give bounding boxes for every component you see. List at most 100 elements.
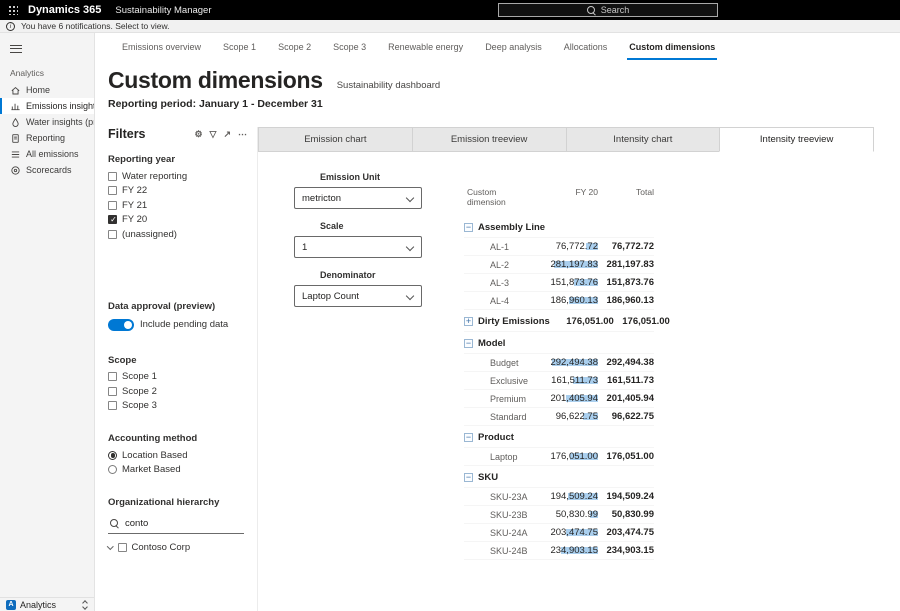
- group-row-dirty-emissions[interactable]: Dirty Emissions 176,051.00 176,051.00: [464, 312, 654, 332]
- reporting-year-label: Reporting year: [108, 154, 247, 165]
- tab-deep-analysis[interactable]: Deep analysis: [474, 33, 553, 60]
- tab-scope-3[interactable]: Scope 3: [322, 33, 377, 60]
- group-row-assembly-line[interactable]: Assembly Line: [464, 218, 654, 238]
- app-window: Dynamics 365 Sustainability Manager Sear…: [0, 0, 900, 611]
- collapse-icon[interactable]: [464, 339, 473, 348]
- checkbox[interactable]: [108, 172, 117, 181]
- report-tab-strip: Emission chart Emission treeview Intensi…: [258, 127, 874, 152]
- tab-renewable-energy[interactable]: Renewable energy: [377, 33, 474, 60]
- checkbox[interactable]: [108, 372, 117, 381]
- row-label: AL-3: [464, 278, 534, 288]
- sidebar-item-all-emissions[interactable]: All emissions: [0, 146, 94, 162]
- tab-allocations[interactable]: Allocations: [553, 33, 619, 60]
- matrix-row[interactable]: AL-3 151,873.76 151,873.76: [464, 274, 654, 292]
- matrix-row[interactable]: Standard 96,622.75 96,622.75: [464, 408, 654, 426]
- expand-icon[interactable]: [464, 317, 473, 326]
- checkbox-unassigned[interactable]: (unassigned): [108, 228, 247, 241]
- intensity-matrix: Custom dimension FY 20 Total Assembly Li…: [464, 187, 654, 560]
- matrix-row[interactable]: Premium 201,405.94 201,405.94: [464, 390, 654, 408]
- checkbox-scope-2[interactable]: Scope 2: [108, 385, 247, 398]
- page-subtitle: Sustainability dashboard: [337, 80, 441, 91]
- matrix-row[interactable]: SKU-24B 234,903.15 234,903.15: [464, 542, 654, 560]
- notification-bar[interactable]: You have 6 notifications. Select to view…: [0, 20, 900, 33]
- sidebar-item-emissions-insights[interactable]: Emissions insights: [0, 98, 94, 114]
- checkbox[interactable]: [108, 387, 117, 396]
- radio-location-based[interactable]: Location Based: [108, 449, 247, 462]
- matrix-row[interactable]: SKU-23B 50,830.99 50,830.99: [464, 506, 654, 524]
- group-row-sku[interactable]: SKU: [464, 468, 654, 488]
- brand-label: Dynamics 365: [28, 4, 101, 16]
- checkbox[interactable]: [118, 543, 127, 552]
- tab-custom-dimensions[interactable]: Custom dimensions: [618, 33, 726, 60]
- sidebar-item-water-insights[interactable]: Water insights (previ...: [0, 114, 94, 130]
- row-label: SKU-24A: [464, 528, 534, 538]
- row-label: AL-4: [464, 296, 534, 306]
- radio-market-based[interactable]: Market Based: [108, 464, 247, 477]
- checkbox-fy21[interactable]: FY 21: [108, 199, 247, 212]
- radio-selected[interactable]: [108, 451, 117, 460]
- funnel-icon[interactable]: ▽: [210, 129, 217, 139]
- matrix-row[interactable]: SKU-23A 194,509.24 194,509.24: [464, 488, 654, 506]
- chevron-down-icon[interactable]: [107, 543, 113, 549]
- total-cell: 96,622.75: [598, 411, 654, 422]
- group-name: Assembly Line: [478, 222, 545, 233]
- checkbox-fy22[interactable]: FY 22: [108, 185, 247, 198]
- matrix-row[interactable]: AL-2 281,197.83 281,197.83: [464, 256, 654, 274]
- group-row-product[interactable]: Product: [464, 428, 654, 448]
- more-options-icon[interactable]: ⋯: [238, 129, 247, 139]
- checkbox[interactable]: [108, 186, 117, 195]
- filters-pane: Filters ⚙ ▽ ↗ ⋯ Reporting year: [108, 127, 258, 611]
- app-name-label: Sustainability Manager: [115, 5, 211, 16]
- matrix-row[interactable]: AL-1 76,772.72 76,772.72: [464, 238, 654, 256]
- group-name: SKU: [478, 472, 534, 483]
- emission-unit-select[interactable]: metricton: [294, 187, 422, 209]
- matrix-row[interactable]: SKU-24A 203,474.75 203,474.75: [464, 524, 654, 542]
- collapse-icon[interactable]: [464, 433, 473, 442]
- org-tree-node[interactable]: Contoso Corp: [108, 542, 247, 553]
- global-search-input[interactable]: Search: [498, 3, 718, 17]
- matrix-row[interactable]: Laptop 176,051.00 176,051.00: [464, 448, 654, 466]
- sidebar-item-scorecards[interactable]: Scorecards: [0, 162, 94, 178]
- intensity-treeview-panel: Emission Unit metricton Scale 1: [258, 152, 900, 560]
- emissions-insights-icon: [10, 101, 21, 112]
- filter-settings-icon[interactable]: ⚙: [194, 129, 202, 139]
- expand-filter-pane-icon[interactable]: ↗: [223, 129, 231, 139]
- matrix-row[interactable]: Exclusive 161,511.73 161,511.73: [464, 372, 654, 390]
- checkbox[interactable]: [108, 230, 117, 239]
- row-label: SKU-23B: [464, 510, 534, 520]
- checkbox-scope-1[interactable]: Scope 1: [108, 371, 247, 384]
- tab-scope-1[interactable]: Scope 1: [212, 33, 267, 60]
- checkbox-water-reporting[interactable]: Water reporting: [108, 170, 247, 183]
- tab-intensity-chart[interactable]: Intensity chart: [566, 127, 721, 152]
- denominator-select[interactable]: Laptop Count: [294, 285, 422, 307]
- sidebar-item-reporting[interactable]: Reporting: [0, 130, 94, 146]
- radio[interactable]: [108, 465, 117, 474]
- collapse-icon[interactable]: [464, 473, 473, 482]
- sidebar-item-label: Water insights (previ...: [26, 117, 94, 127]
- sidebar-item-home[interactable]: Home: [0, 82, 94, 98]
- data-approval-label: Data approval (preview): [108, 301, 247, 312]
- tab-emissions-overview[interactable]: Emissions overview: [111, 33, 212, 60]
- app-switcher[interactable]: A Analytics: [0, 597, 94, 611]
- tab-emission-treeview[interactable]: Emission treeview: [412, 127, 567, 152]
- option-label: Scope 2: [122, 386, 157, 397]
- checkbox-fy20[interactable]: FY 20: [108, 214, 247, 227]
- tab-scope-2[interactable]: Scope 2: [267, 33, 322, 60]
- waffle-icon[interactable]: [8, 5, 18, 15]
- matrix-row[interactable]: AL-4 186,960.13 186,960.13: [464, 292, 654, 310]
- matrix-row[interactable]: Budget 292,494.38 292,494.38: [464, 354, 654, 372]
- option-label: FY 21: [122, 200, 147, 211]
- org-hierarchy-search-input[interactable]: conto: [108, 516, 244, 534]
- checkbox[interactable]: [108, 201, 117, 210]
- checkbox-scope-3[interactable]: Scope 3: [108, 400, 247, 413]
- checkbox-checked[interactable]: [108, 215, 117, 224]
- hamburger-icon[interactable]: [10, 42, 22, 55]
- include-pending-data-toggle[interactable]: [108, 319, 134, 331]
- collapse-icon[interactable]: [464, 223, 473, 232]
- tab-emission-chart[interactable]: Emission chart: [258, 127, 413, 152]
- scope-label: Scope: [108, 355, 247, 366]
- scale-select[interactable]: 1: [294, 236, 422, 258]
- group-row-model[interactable]: Model: [464, 334, 654, 354]
- tab-intensity-treeview[interactable]: Intensity treeview: [719, 127, 874, 152]
- checkbox[interactable]: [108, 401, 117, 410]
